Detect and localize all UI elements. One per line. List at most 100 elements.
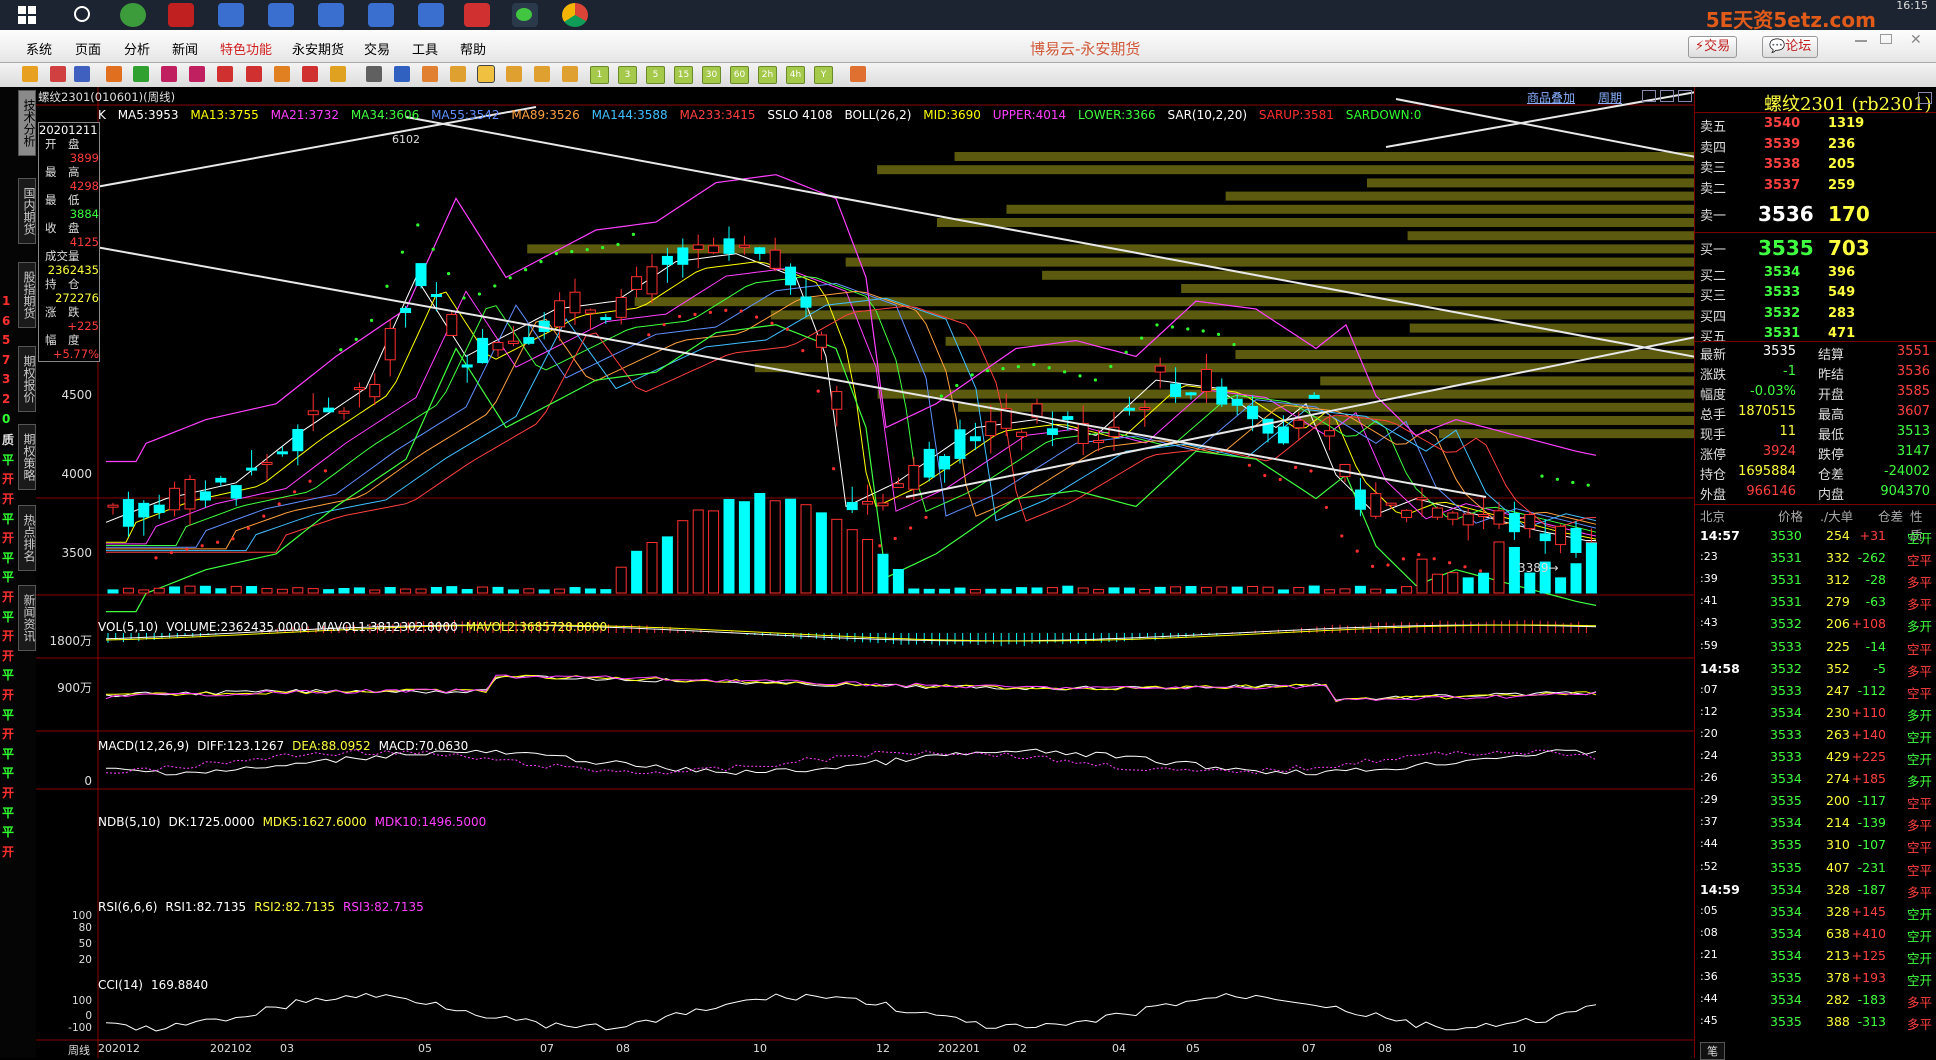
ask-price[interactable]: 3537 [1764, 178, 1800, 193]
volume-bar [323, 589, 335, 594]
volume-bar [1416, 558, 1428, 594]
menu-trade[interactable]: 交易 [364, 39, 390, 58]
close-icon[interactable]: ✕ [1910, 32, 1922, 48]
layout-icon[interactable] [1660, 90, 1674, 102]
vol-value: VOLUME:2362435.0000 [166, 620, 309, 634]
wps-icon[interactable] [464, 3, 490, 27]
period-y-button[interactable]: Y [814, 66, 833, 84]
chrome-icon[interactable] [562, 3, 588, 27]
period-2h-button[interactable]: 2h [758, 66, 777, 84]
browser-360-icon[interactable] [120, 3, 146, 27]
period-1-button[interactable]: 1 [590, 66, 609, 84]
tab-domestic-futures[interactable]: 国内期货 [18, 178, 36, 244]
maximize-icon[interactable] [1880, 34, 1892, 44]
month-icon[interactable] [506, 66, 522, 82]
menu-help[interactable]: 帮助 [460, 39, 486, 58]
copy-icon[interactable] [217, 66, 233, 82]
period-5-button[interactable]: 5 [646, 66, 665, 84]
chart-line-icon[interactable] [394, 66, 410, 82]
brush-icon[interactable] [274, 66, 290, 82]
week-icon[interactable] [477, 65, 495, 83]
bid-price[interactable]: 3534 [1764, 265, 1800, 280]
app-window-icon[interactable] [218, 3, 244, 27]
app-window-icon[interactable] [368, 3, 394, 27]
zoom-in-icon[interactable] [161, 66, 177, 82]
period-15-button[interactable]: 15 [674, 66, 693, 84]
tick-price: 3534 [1770, 704, 1802, 720]
period-button[interactable]: 周期 [1598, 89, 1622, 106]
app-window-icon[interactable] [318, 3, 344, 27]
year-icon[interactable] [562, 66, 578, 82]
tick-chart-icon[interactable] [422, 66, 438, 82]
period-30-button[interactable]: 30 [702, 66, 721, 84]
ask-price[interactable]: 3539 [1764, 137, 1800, 152]
layout-icon[interactable] [1642, 90, 1656, 102]
menu-page[interactable]: 页面 [75, 39, 101, 58]
sar-dot [1478, 569, 1482, 573]
left-marker: 5 [2, 333, 11, 348]
ask-price[interactable]: 3540 [1764, 116, 1800, 131]
tab-index-futures[interactable]: 股指期货 [18, 262, 36, 328]
tick-row: :23 3531 332 -262 空平 [1698, 550, 1934, 572]
candle-body [292, 428, 304, 452]
panel-expand-icon[interactable] [1918, 92, 1932, 104]
table-icon[interactable] [366, 66, 382, 82]
wechat-icon[interactable] [512, 3, 538, 27]
bid-price[interactable]: 3533 [1764, 285, 1800, 300]
volume-profile-bar [958, 402, 1694, 412]
tick-row: 14:58 3532 352 -5 多平 [1698, 661, 1934, 683]
bid-price[interactable]: 3535 [1758, 236, 1814, 260]
app-window-icon[interactable] [418, 3, 444, 27]
windows-start-icon[interactable] [18, 6, 36, 24]
paint-icon[interactable] [330, 66, 346, 82]
ask-price[interactable]: 3538 [1764, 157, 1800, 172]
candle-body [1185, 392, 1197, 396]
calculator-icon[interactable] [850, 66, 866, 82]
draw-pen-icon[interactable] [246, 66, 262, 82]
zoom-out-icon[interactable] [189, 66, 205, 82]
ticks-divider [1694, 504, 1936, 505]
minimize-icon[interactable] [1855, 40, 1867, 42]
filter-icon[interactable] [302, 66, 318, 82]
refresh-icon[interactable] [133, 66, 149, 82]
menu-tools[interactable]: 工具 [412, 39, 438, 58]
bid-price[interactable]: 3531 [1764, 326, 1800, 341]
stat-row: 现手 11 最低 3513 [1698, 424, 1934, 444]
tab-news[interactable]: 新闻资讯 [18, 585, 36, 651]
bid-price[interactable]: 3532 [1764, 306, 1800, 321]
left-marker: 平 [2, 668, 15, 683]
menu-yongan[interactable]: 永安期货 [292, 39, 344, 58]
ask-price[interactable]: 3536 [1758, 202, 1814, 226]
period-4h-button[interactable]: 4h [786, 66, 805, 84]
period-3-button[interactable]: 3 [618, 66, 637, 84]
sar-dot [462, 296, 466, 300]
app-window-icon[interactable] [268, 3, 294, 27]
sar-dot [1078, 374, 1082, 378]
layout-icon[interactable] [1678, 90, 1692, 102]
tab-option-strategy[interactable]: 期权策略 [18, 424, 36, 490]
home-icon[interactable] [50, 66, 66, 82]
tab-ticks[interactable]: 笔 [1700, 1042, 1725, 1060]
volume-bar [1062, 585, 1074, 594]
menu-system[interactable]: 系统 [26, 39, 52, 58]
wenhua-app-icon[interactable] [168, 3, 194, 27]
candle-body [276, 451, 288, 455]
menu-news[interactable]: 新闻 [172, 39, 198, 58]
back-icon[interactable] [22, 66, 38, 82]
search-icon[interactable] [74, 6, 90, 22]
period-60-button[interactable]: 60 [730, 66, 749, 84]
tab-hot-ranking[interactable]: 热点排名 [18, 505, 36, 571]
tab-option-quotes[interactable]: 期权报价 [18, 346, 36, 412]
tab-technical-analysis[interactable]: 技术分析 [18, 90, 36, 156]
forum-button[interactable]: 💬论坛 [1762, 36, 1819, 58]
overlay-button[interactable]: 商品叠加 [1527, 89, 1575, 106]
menu-analysis[interactable]: 分析 [124, 39, 150, 58]
left-marker: 6 [2, 313, 11, 328]
menu-features[interactable]: 特色功能 [220, 39, 272, 58]
quarter-icon[interactable] [534, 66, 550, 82]
quote-icon[interactable] [106, 66, 122, 82]
grid-icon[interactable] [74, 66, 90, 82]
day-icon[interactable] [450, 66, 466, 82]
trade-button[interactable]: ⚡交易 [1688, 36, 1738, 58]
candle-body [846, 501, 858, 511]
